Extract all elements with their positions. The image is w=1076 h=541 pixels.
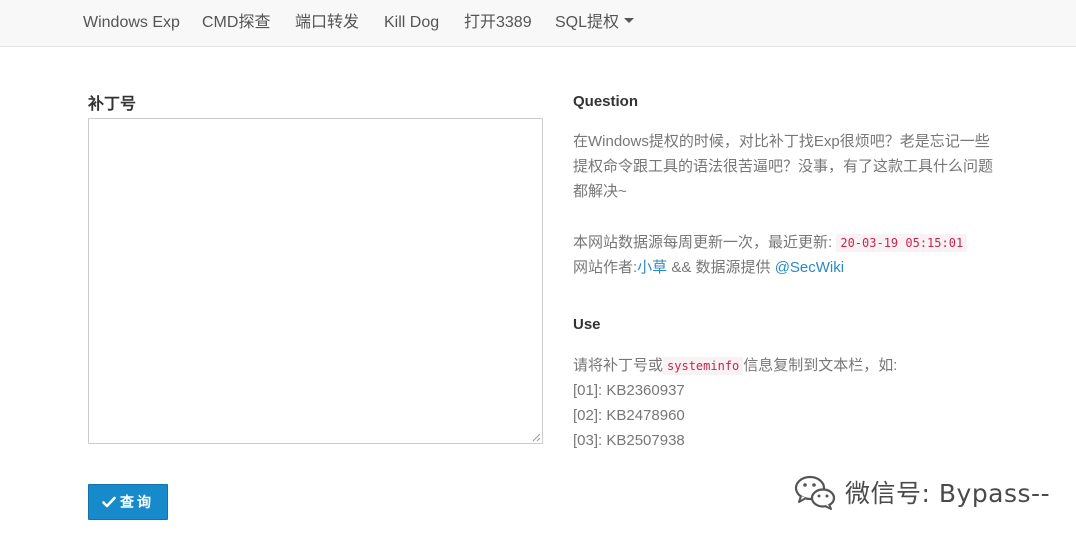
use-heading: Use: [573, 316, 601, 333]
patch-textarea[interactable]: [88, 118, 543, 444]
update-time: 20-03-19 05:15:01: [836, 234, 968, 252]
instruction-code: systeminfo: [663, 357, 744, 375]
nav-item-sql-label: SQL提权: [555, 14, 620, 31]
example-line: [02]: KB2478960: [573, 407, 685, 424]
resize-grip-icon[interactable]: [532, 433, 541, 442]
example-line: [01]: KB2360937: [573, 382, 685, 399]
question-line: 提权命令跟工具的语法很苦逼吧？没事，有了这款工具什么问题: [573, 158, 994, 175]
author-link[interactable]: 小草: [637, 259, 667, 276]
question-heading: Question: [573, 93, 639, 110]
author-middle: && 数据源提供: [667, 259, 775, 276]
nav-item-kill-dog[interactable]: Kill Dog: [384, 0, 439, 47]
patch-field-label: 补丁号: [88, 96, 137, 113]
check-icon: [102, 496, 116, 508]
wechat-watermark: 微信号: Bypass--: [793, 472, 1050, 512]
top-navbar: Windows Exp CMD探查 端口转发 Kill Dog 打开3389 S…: [0, 0, 1076, 47]
query-button[interactable]: 查询: [88, 484, 168, 520]
update-info: 本网站数据源每周更新一次，最近更新: 20-03-19 05:15:01: [573, 230, 968, 256]
nav-item-sql-dropdown[interactable]: SQL提权: [555, 0, 635, 47]
question-line: 都解决~: [573, 183, 627, 200]
instruction-suffix: 信息复制到文本栏，如:: [743, 357, 898, 374]
instruction-prefix: 请将补丁号或: [573, 357, 664, 374]
watermark-text: 微信号: Bypass--: [845, 479, 1051, 508]
secwiki-link[interactable]: @SecWiki: [775, 259, 844, 276]
question-line: 在Windows提权的时候，对比补丁找Exp很烦吧？老是忘记一些: [573, 133, 990, 150]
nav-item-windows-exp[interactable]: Windows Exp: [83, 0, 180, 47]
query-button-label: 查询: [120, 494, 154, 510]
wechat-icon: [794, 475, 836, 510]
nav-item-cmd[interactable]: CMD探查: [202, 0, 270, 47]
example-line: [03]: KB2507938: [573, 432, 685, 449]
author-info: 网站作者:小草 && 数据源提供 @SecWiki: [573, 255, 844, 280]
update-prefix: 本网站数据源每周更新一次，最近更新:: [573, 234, 833, 251]
use-instruction: 请将补丁号或 systeminfo 信息复制到文本栏，如:: [573, 353, 897, 379]
nav-item-port-forward[interactable]: 端口转发: [295, 0, 359, 47]
author-prefix: 网站作者:: [573, 259, 638, 276]
nav-item-open-3389[interactable]: 打开3389: [464, 0, 532, 47]
caret-down-icon: [624, 18, 635, 24]
